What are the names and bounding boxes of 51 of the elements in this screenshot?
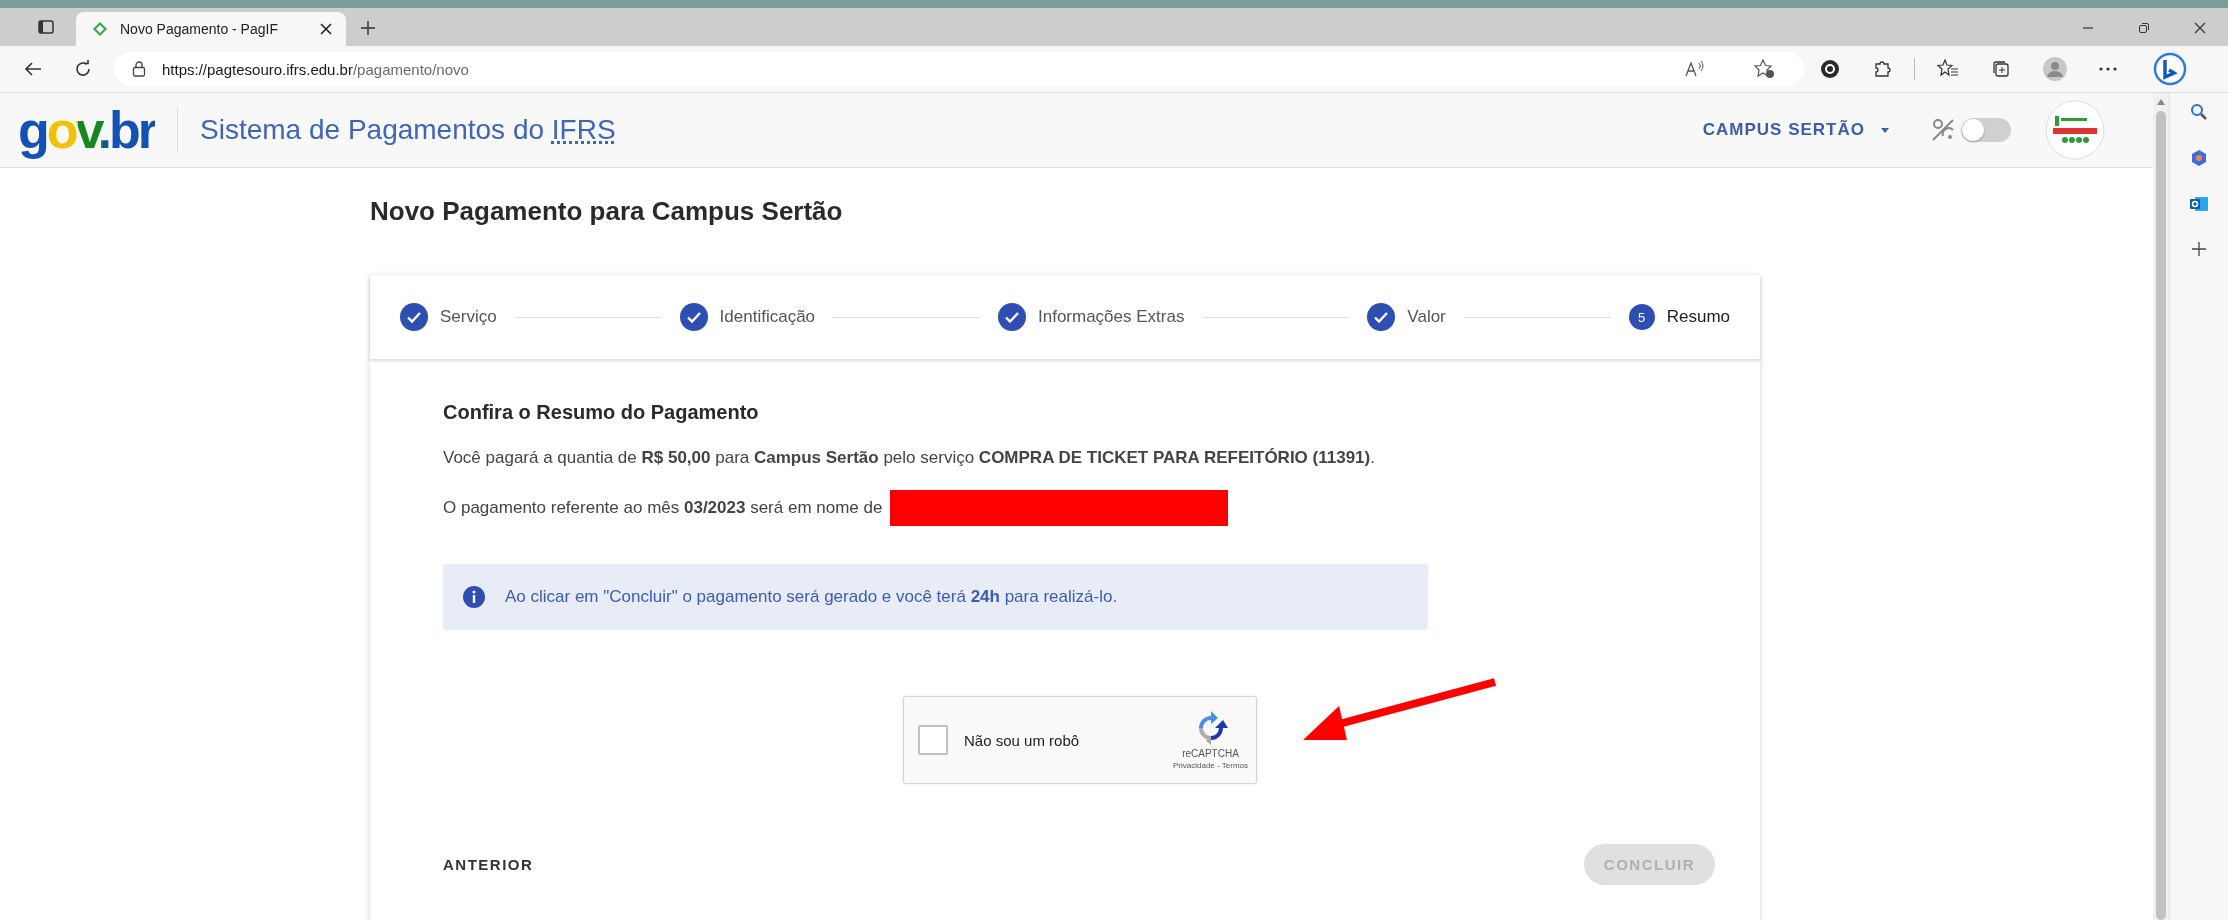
recaptcha-label: reCAPTCHA xyxy=(1182,748,1239,759)
new-tab-icon[interactable] xyxy=(360,20,376,36)
tab-title: Novo Pagamento - PagIF xyxy=(120,21,279,37)
step-number: 5 xyxy=(1628,304,1655,330)
chat-icon[interactable] xyxy=(2153,52,2187,86)
restore-icon[interactable] xyxy=(2138,22,2150,34)
info-icon xyxy=(463,586,485,608)
alert-text: Ao clicar em "Concluir" o pagamento será gerado e você terá 24h para realizá-lo. xyxy=(505,587,1118,607)
captcha-checkbox[interactable] xyxy=(918,725,948,755)
scrollbar-thumb[interactable] xyxy=(2156,111,2166,920)
summary-text: O pagamento referente ao mês 03/2023 será em nome de xyxy=(443,498,883,518)
hexagon-icon[interactable] xyxy=(2190,149,2208,167)
collections-icon[interactable] xyxy=(1991,59,2011,79)
favorites-icon[interactable] xyxy=(1937,59,1959,79)
page-title: Novo Pagamento para Campus Sertão xyxy=(370,196,844,227)
read-aloud-icon[interactable] xyxy=(1684,60,1706,78)
step-label: Informações Extras xyxy=(1038,307,1185,327)
lock-icon xyxy=(132,61,146,77)
caret-icon xyxy=(1881,127,1889,133)
browser-tab[interactable]: Novo Pagamento - PagIF xyxy=(76,12,346,46)
scroll-up-icon[interactable] xyxy=(2157,99,2165,105)
site-icon xyxy=(92,21,108,37)
dark-mode-toggle[interactable] xyxy=(1961,118,2011,142)
step-label: Resumo xyxy=(1666,307,1731,327)
address-field[interactable]: https://pagtesouro.ifrs.edu.br/pagamento/novo xyxy=(114,52,1804,86)
refresh-icon[interactable] xyxy=(74,60,92,78)
close-icon[interactable] xyxy=(2194,22,2206,34)
previous-button[interactable]: ANTERIOR xyxy=(419,846,558,883)
step-label: Identificação xyxy=(719,307,816,327)
url-text: https://pagtesouro.ifrs.edu.br/pagamento/novo xyxy=(162,60,469,78)
profile-icon[interactable] xyxy=(2043,57,2067,81)
more-icon[interactable] xyxy=(2099,67,2117,71)
favorite-add-icon[interactable] xyxy=(1754,59,1776,79)
campus-menu[interactable]: CAMPUS SERTÃO xyxy=(1694,114,1897,146)
back-icon[interactable] xyxy=(24,61,42,77)
mail-app-icon[interactable] xyxy=(2189,195,2209,213)
step-label: Serviço xyxy=(440,307,497,327)
captcha-label: Não sou um robô xyxy=(964,731,1080,749)
summary-text: Você pagará a quantia de R$ 50,00 para Campus Sertão pelo serviço COMPRA DE TICKET PARA REFEITÓRIO (11391). xyxy=(443,448,1375,468)
add-icon[interactable] xyxy=(2191,241,2207,257)
step-label: Valor xyxy=(1407,307,1446,327)
institution-badge-icon[interactable] xyxy=(2045,100,2105,160)
contrast-icon xyxy=(1931,118,1957,142)
search-icon[interactable] xyxy=(2190,103,2208,121)
extension-icon[interactable] xyxy=(1820,59,1840,79)
tab-actions-icon[interactable] xyxy=(38,20,54,34)
puzzle-icon[interactable] xyxy=(1872,59,1892,79)
app-title: Sistema de Pagamentos do IFRS xyxy=(200,114,616,146)
close-icon[interactable] xyxy=(320,23,332,35)
captcha-footer-links[interactable]: Privacidade - Termos xyxy=(1173,761,1248,770)
summary-heading: Confira o Resumo do Pagamento xyxy=(443,401,760,424)
